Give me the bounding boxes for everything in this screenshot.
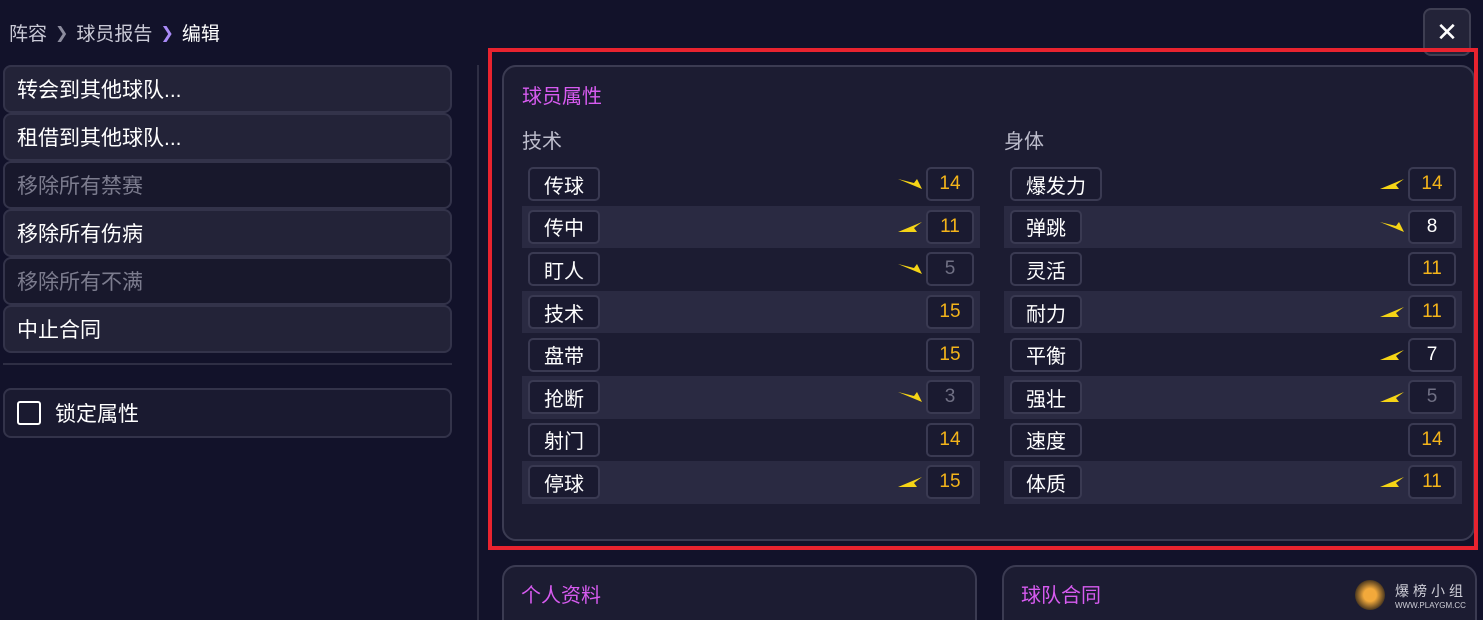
personal-panel-title: 个人资料 [521, 585, 601, 607]
watermark-logo-icon [1355, 580, 1385, 610]
contract-panel-title: 球队合同 [1021, 585, 1101, 607]
lock-attributes-checkbox[interactable] [17, 401, 41, 425]
terminate-contract-button[interactable]: 中止合同 [3, 305, 452, 353]
breadcrumb: 阵容 ❯ 球员报告 ❯ 编辑 [9, 19, 220, 46]
chevron-right-icon: ❯ [55, 24, 69, 42]
breadcrumb-squad[interactable]: 阵容 [9, 19, 47, 46]
loan-button[interactable]: 租借到其他球队... [3, 113, 452, 161]
chevron-right-icon: ❯ [160, 24, 174, 42]
terminate-contract-label: 中止合同 [17, 319, 101, 342]
breadcrumb-edit: 编辑 [181, 24, 220, 45]
remove-injuries-button[interactable]: 移除所有伤病 [3, 209, 452, 257]
action-list: 转会到其他球队... 租借到其他球队... 移除所有禁赛 移除所有伤病 移除所有… [3, 65, 452, 353]
remove-unhappiness-label: 移除所有不满 [17, 271, 143, 294]
highlight-box [488, 48, 1478, 550]
transfer-label: 转会到其他球队... [17, 79, 182, 102]
lock-attributes-toggle[interactable]: 锁定属性 [3, 388, 452, 438]
remove-bans-label: 移除所有禁赛 [17, 175, 143, 198]
divider [3, 363, 452, 365]
vertical-divider [477, 65, 479, 620]
remove-unhappiness-button: 移除所有不满 [3, 257, 452, 305]
breadcrumb-player-report[interactable]: 球员报告 [76, 19, 152, 46]
watermark: 爆榜小组 WWW.PLAYGM.CC [1355, 580, 1467, 610]
lock-attributes-label: 锁定属性 [55, 403, 139, 426]
transfer-button[interactable]: 转会到其他球队... [3, 65, 452, 113]
remove-bans-button: 移除所有禁赛 [3, 161, 452, 209]
personal-panel: 个人资料 [502, 565, 977, 620]
watermark-text: 爆榜小组 [1395, 582, 1467, 599]
watermark-url: WWW.PLAYGM.CC [1395, 600, 1466, 610]
close-icon: ✕ [1436, 16, 1458, 47]
remove-injuries-label: 移除所有伤病 [17, 223, 143, 246]
loan-label: 租借到其他球队... [17, 127, 182, 150]
